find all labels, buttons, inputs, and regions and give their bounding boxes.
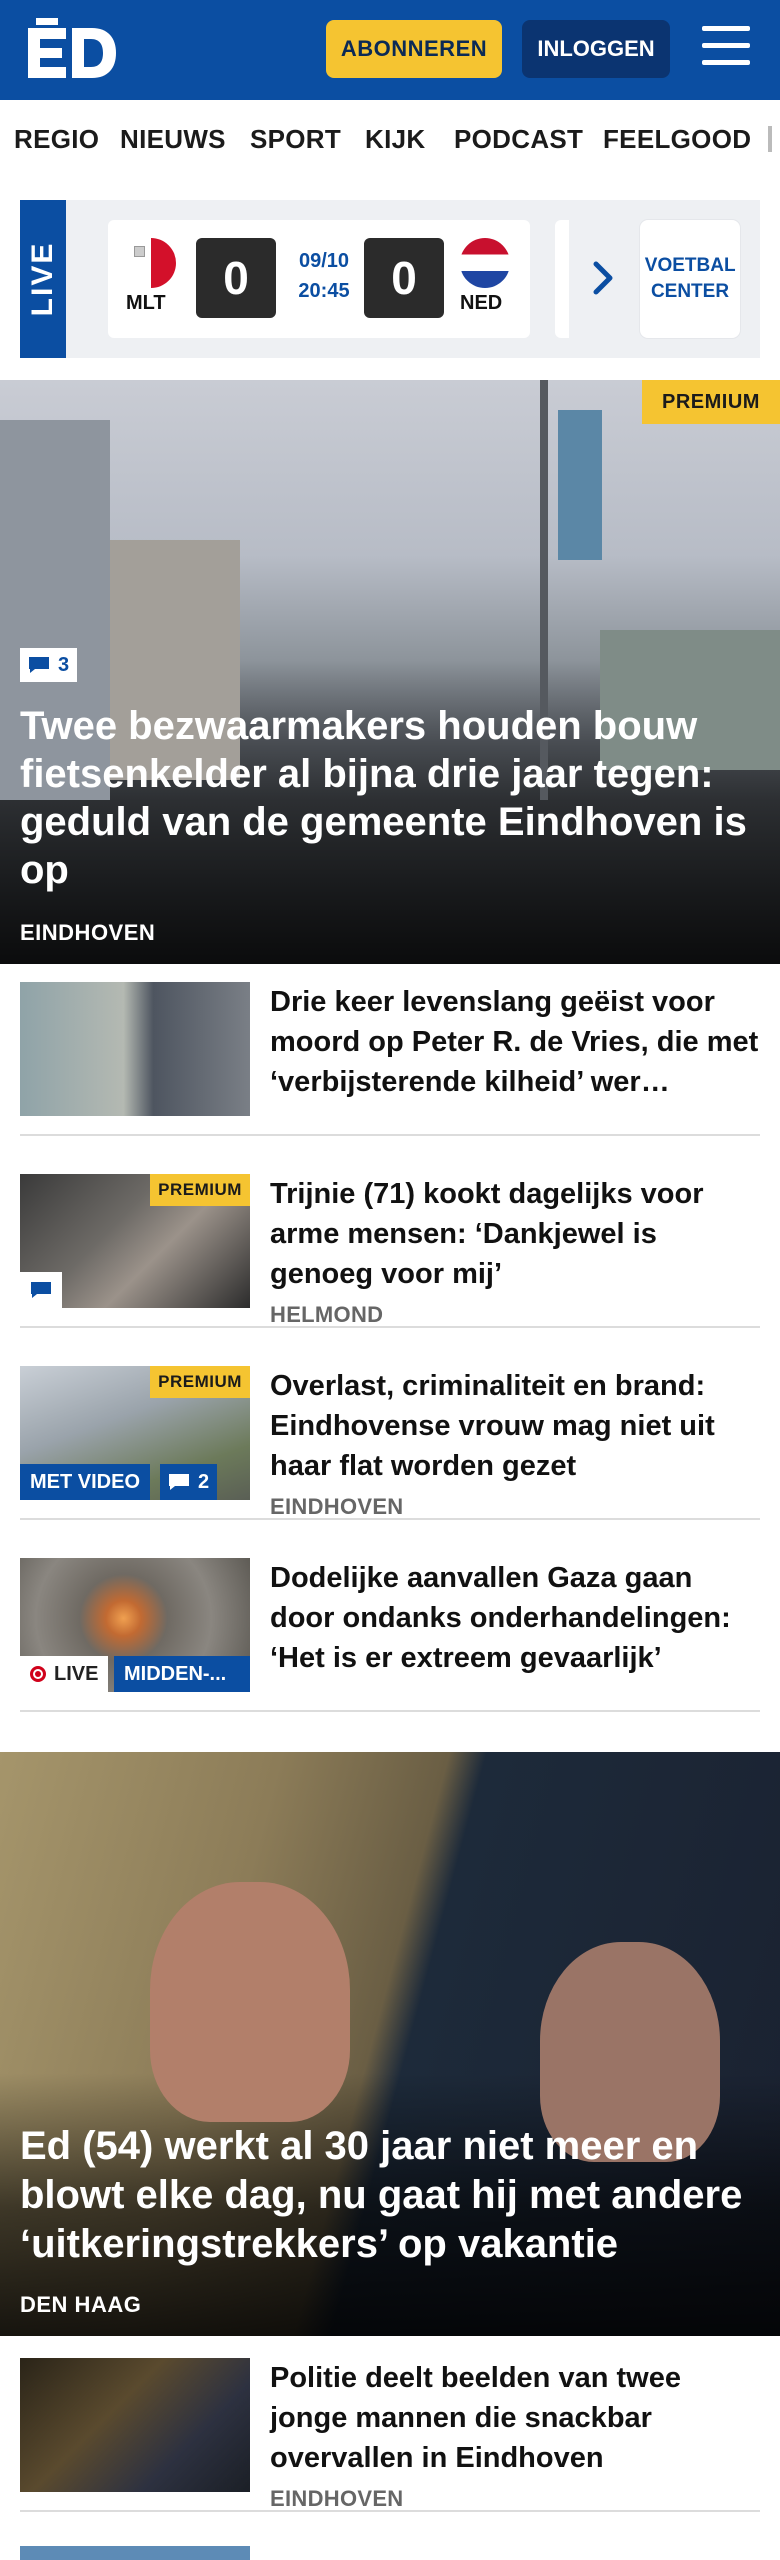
article-region: HELMOND (270, 1302, 384, 1327)
hero-article-2[interactable]: Ed (54) werkt al 30 jaar niet meer en bl… (0, 1752, 780, 2336)
nav-item-sport[interactable]: SPORT (250, 124, 341, 155)
article-thumbnail (20, 982, 250, 1116)
site-header: ABONNEREN INLOGGEN (0, 0, 780, 100)
away-score: 0 (364, 238, 444, 318)
voetbal-center-button[interactable]: VOETBAL CENTER (640, 220, 740, 338)
article-thumbnail: PREMIUM MET VIDEO 2 (20, 1366, 250, 1500)
login-button[interactable]: INLOGGEN (522, 20, 670, 78)
next-match-card-edge[interactable] (555, 220, 569, 338)
netherlands-flag-icon (460, 238, 510, 288)
nav-item-feelgood[interactable]: FEELGOOD (603, 124, 751, 155)
article-thumbnail-partial (20, 2546, 250, 2560)
hero2-photo-person (150, 1882, 350, 2122)
list-item[interactable]: LIVE MIDDEN-... Dodelijke aanvallen Gaza… (20, 1540, 760, 1712)
comment-count-badge: 2 (160, 1464, 218, 1500)
premium-badge: PREMIUM (150, 1174, 250, 1206)
malta-flag-icon (126, 238, 176, 288)
premium-badge: PREMIUM (642, 380, 780, 424)
live-scores-bar: LIVE MLT 0 09/10 20:45 0 NED VOETBAL CEN… (20, 200, 760, 358)
nav-item-kijk[interactable]: KIJK (365, 124, 425, 155)
chevron-right-icon[interactable] (592, 260, 616, 296)
article-title[interactable]: Politie deelt beelden van twee jonge man… (270, 2358, 760, 2478)
list-item[interactable]: Politie deelt beelden van twee jonge man… (20, 2340, 760, 2512)
comment-count: 2 (198, 1470, 210, 1493)
hero-region: EINDHOVEN (20, 920, 156, 945)
list-item[interactable]: Drie keer levenslang geëist voor moord o… (20, 964, 760, 1136)
live-badge: LIVE (20, 1656, 109, 1692)
hamburger-menu-icon[interactable] (702, 26, 750, 70)
premium-badge: PREMIUM (150, 1366, 250, 1398)
match-datetime: 09/10 20:45 (284, 246, 364, 306)
nav-overflow-item[interactable] (768, 126, 772, 152)
nav-item-regio[interactable]: REGIO (14, 124, 99, 155)
hero-photo-banner (558, 410, 602, 560)
home-team-code: MLT (126, 292, 166, 314)
hero2-title[interactable]: Ed (54) werkt al 30 jaar niet meer en bl… (20, 2122, 770, 2269)
topic-badge[interactable]: MIDDEN-... (114, 1656, 250, 1692)
article-thumbnail (20, 2358, 250, 2492)
nav-item-podcast[interactable]: PODCAST (454, 124, 583, 155)
match-time: 20:45 (298, 280, 350, 302)
article-region: EINDHOVEN (270, 1494, 404, 1519)
live-dot-icon (30, 1666, 46, 1682)
article-region: EINDHOVEN (270, 2486, 404, 2511)
match-card[interactable]: MLT 0 09/10 20:45 0 NED (108, 220, 530, 338)
comment-count: 3 (58, 653, 70, 676)
away-team-code: NED (460, 292, 503, 314)
comment-count-badge: 3 (20, 648, 78, 682)
article-thumbnail: PREMIUM (20, 1174, 250, 1308)
article-title[interactable]: Overlast, criminaliteit en brand: Eindho… (270, 1366, 760, 1486)
article-title[interactable]: Trijnie (71) kookt dagelijks voor arme m… (270, 1174, 760, 1294)
article-title[interactable]: Dodelijke aanvallen Gaza gaan door ondan… (270, 1558, 760, 1678)
article-title[interactable]: Drie keer levenslang geëist voor moord o… (270, 982, 760, 1102)
hero-title[interactable]: Twee bezwaarmakers houden bouw fietsenke… (20, 702, 760, 894)
video-badge: MET VIDEO (20, 1464, 151, 1500)
comment-icon (31, 1282, 51, 1298)
hero2-region: DEN HAAG (20, 2292, 142, 2317)
ed-logo[interactable] (26, 18, 118, 80)
home-score: 0 (196, 238, 276, 318)
article-thumbnail: LIVE MIDDEN-... (20, 1558, 250, 1692)
list-item[interactable]: PREMIUM MET VIDEO 2 Overlast, criminalit… (20, 1348, 760, 1520)
section-nav: REGIO NIEUWS SPORT KIJK PODCAST FEELGOOD (0, 100, 780, 178)
list-item[interactable]: PREMIUM Trijnie (71) kookt dagelijks voo… (20, 1156, 760, 1328)
live-tab[interactable]: LIVE (20, 200, 66, 358)
comment-icon (29, 657, 49, 673)
nav-item-nieuws[interactable]: NIEUWS (120, 124, 226, 155)
hero-article[interactable]: PREMIUM 3 Twee bezwaarmakers houden bouw… (0, 380, 780, 964)
match-date: 09/10 (298, 250, 350, 272)
comment-badge (20, 1272, 62, 1308)
subscribe-button[interactable]: ABONNEREN (326, 20, 502, 78)
live-label: LIVE (54, 1662, 99, 1685)
comment-icon (169, 1474, 189, 1490)
